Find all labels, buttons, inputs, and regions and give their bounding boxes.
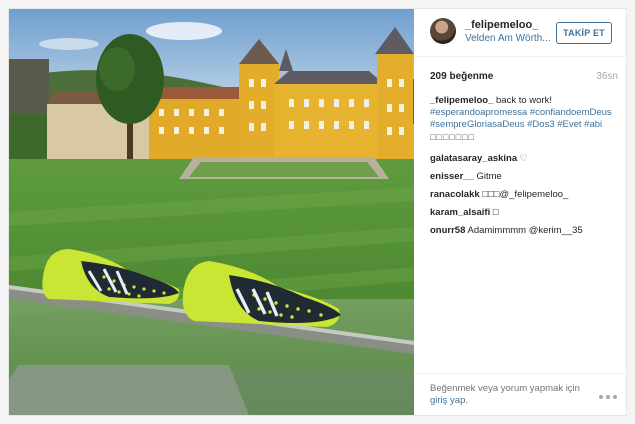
login-prompt: Beğenmek veya yorum yapmak için giriş ya…: [430, 383, 580, 407]
like-count[interactable]: 209 beğenme: [430, 71, 493, 82]
caption-hashtags[interactable]: #esperandoapromessa #confiandoemDeus #se…: [430, 107, 612, 130]
more-dot: [599, 395, 603, 399]
list-item: karam_alsaifi □: [430, 207, 618, 219]
instagram-post-card: _felipemeloo_ Velden Am Wörth... TAKİP E…: [8, 8, 628, 416]
post-time[interactable]: 36sn: [596, 71, 618, 82]
caption-author[interactable]: _felipemeloo_: [430, 95, 493, 106]
caption: _felipemeloo_ back to work! #esperandoap…: [430, 95, 618, 144]
caption-text: back to work!: [493, 95, 552, 106]
list-item: ranacolakk □□□@_felipemeloo_: [430, 189, 618, 201]
comment-author[interactable]: enisser__: [430, 171, 474, 182]
list-item: onurr58 Adamimmmm @kerim__35: [430, 225, 618, 237]
comment-text: □: [490, 207, 499, 218]
post-location[interactable]: Velden Am Wörth...: [465, 33, 565, 44]
castle-lawn-boots-image: [9, 9, 414, 415]
comment-text: Adamimmmm @kerim__35: [465, 225, 583, 236]
more-options-icon[interactable]: [599, 394, 617, 400]
post-header: _felipemeloo_ Velden Am Wörth... TAKİP E…: [415, 9, 628, 57]
post-username[interactable]: _felipemeloo_: [465, 19, 538, 31]
login-link[interactable]: giriş yap: [430, 395, 465, 406]
more-dot: [613, 395, 617, 399]
follow-button[interactable]: TAKİP ET: [556, 22, 612, 44]
list-item: galatasaray_askina ♡: [430, 152, 618, 165]
avatar[interactable]: [430, 18, 456, 44]
caption-emoji-boxes: □□□□□□□: [430, 132, 476, 142]
comment-author[interactable]: galatasaray_askina: [430, 153, 517, 164]
comment-text: Gitme: [473, 171, 502, 182]
comment-author[interactable]: ranacolakk: [430, 189, 480, 200]
post-footer: Beğenmek veya yorum yapmak için giriş ya…: [415, 373, 628, 415]
comment-author[interactable]: karam_alsaifi: [430, 207, 490, 218]
post-side-panel: _felipemeloo_ Velden Am Wörth... TAKİP E…: [415, 9, 628, 415]
comment-list: _felipemeloo_ back to work! #esperandoap…: [430, 95, 618, 243]
comment-text: ♡: [517, 153, 528, 163]
login-prompt-end: .: [465, 395, 469, 406]
list-item: enisser__ Gitme: [430, 171, 618, 183]
more-dot: [606, 395, 610, 399]
login-prompt-text: Beğenmek veya yorum yapmak için: [430, 383, 580, 394]
post-stats: 209 beğenme 36sn: [430, 71, 618, 87]
comment-text: □□□@_felipemeloo_: [479, 189, 569, 200]
post-photo[interactable]: [9, 9, 414, 415]
comment-author[interactable]: onurr58: [430, 225, 465, 236]
